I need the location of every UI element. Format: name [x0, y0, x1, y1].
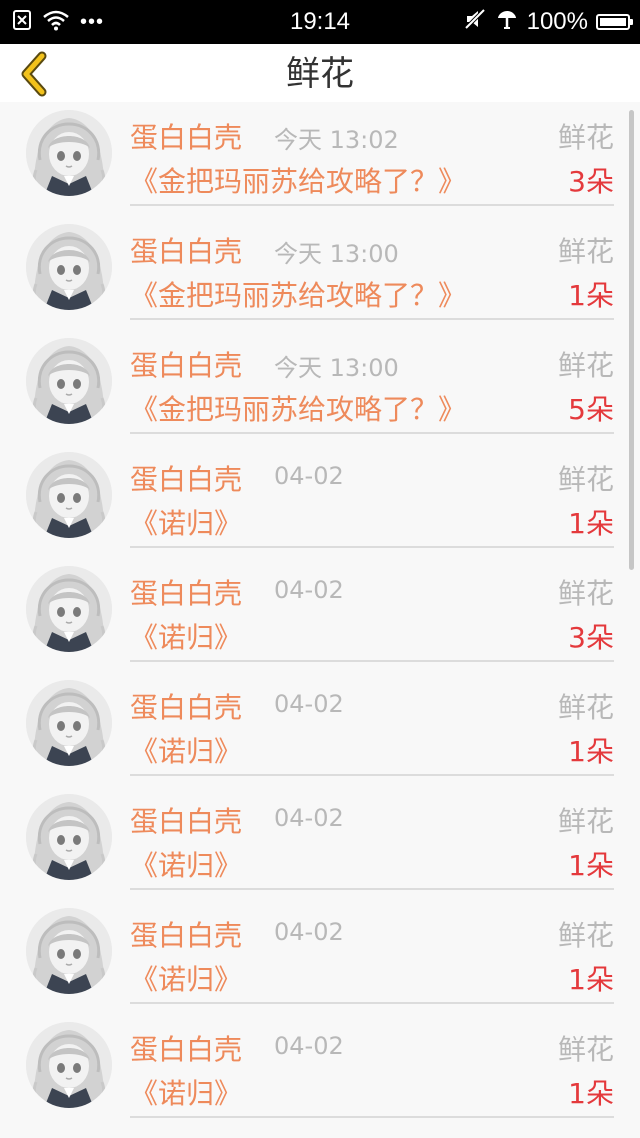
row-divider	[130, 1116, 614, 1118]
gift-time: 04-02	[274, 1032, 344, 1060]
row-divider	[130, 888, 614, 890]
avatar[interactable]	[26, 110, 112, 196]
sender-name[interactable]: 蛋白白壳	[130, 116, 242, 156]
list-item[interactable]: 蛋白白壳 今天 13:00 鲜花《金把玛丽苏给攻略了？》 1朵	[0, 216, 640, 330]
gift-time: 今天 13:00	[274, 240, 399, 268]
avatar[interactable]	[26, 452, 112, 538]
gift-type: 鲜花	[557, 919, 614, 952]
status-right-icons: 100%	[463, 0, 633, 44]
battery-text: 100%	[526, 8, 588, 35]
flower-record-list[interactable]: 蛋白白壳 今天 13:02 鲜花 《金把玛丽苏给攻略了？》 3朵 蛋白白壳 今天 13:00…	[0, 102, 640, 1138]
sender-name[interactable]: 蛋白白壳	[130, 686, 242, 726]
book-title[interactable]: 《诺归》	[130, 844, 242, 884]
user-avatar-image	[26, 110, 112, 196]
avatar[interactable]	[26, 680, 112, 766]
row-divider	[130, 1002, 614, 1004]
row-divider	[130, 318, 614, 320]
gift-type: 鲜花	[557, 577, 614, 610]
user-avatar-image	[26, 794, 112, 880]
book-title[interactable]: 《诺归》	[130, 1072, 242, 1112]
row-divider	[130, 660, 614, 662]
avatar[interactable]	[26, 908, 112, 994]
book-title[interactable]: 《诺归》	[130, 730, 242, 770]
user-avatar-image	[26, 1022, 112, 1108]
gift-count: 5朵	[568, 393, 614, 426]
list-item[interactable]: 蛋白白壳 04-02 鲜花《诺归》 1朵	[0, 444, 640, 558]
row-divider	[130, 774, 614, 776]
sender-name[interactable]: 蛋白白壳	[130, 1028, 242, 1068]
row-divider	[130, 546, 614, 548]
gift-count: 3朵	[568, 165, 614, 198]
list-item[interactable]: 蛋白白壳 04-02 鲜花《诺归》 1朵	[0, 1014, 640, 1128]
gift-type: 鲜花	[557, 463, 614, 496]
page-title: 鲜花	[286, 54, 354, 94]
gift-count: 3朵	[568, 621, 614, 654]
gift-time: 04-02	[274, 462, 344, 490]
gift-count: 1朵	[568, 735, 614, 768]
list-item[interactable]: 蛋白白壳 今天 13:00 鲜花《金把玛丽苏给攻略了？》 5朵	[0, 330, 640, 444]
gift-time: 04-02	[274, 918, 344, 946]
gift-count: 1朵	[568, 279, 614, 312]
row-divider	[130, 432, 614, 434]
sender-name[interactable]: 蛋白白壳	[130, 914, 242, 954]
book-title[interactable]: 《诺归》	[130, 502, 242, 542]
row-divider	[130, 204, 614, 206]
user-avatar-image	[26, 452, 112, 538]
book-title[interactable]: 《金把玛丽苏给攻略了？》	[130, 274, 466, 314]
user-avatar-image	[26, 338, 112, 424]
mute-icon	[463, 7, 487, 38]
list-item[interactable]: 蛋白白壳 04-02 鲜花《诺归》 1朵	[0, 786, 640, 900]
gift-time: 今天 13:00	[274, 354, 399, 382]
gift-time: 04-02	[274, 576, 344, 604]
avatar[interactable]	[26, 224, 112, 310]
gift-time: 04-02	[274, 804, 344, 832]
book-title[interactable]: 《金把玛丽苏给攻略了？》	[130, 160, 466, 200]
avatar[interactable]	[26, 338, 112, 424]
status-bar: ••• 19:14 100%	[0, 0, 640, 44]
nav-bar: 鲜花	[0, 44, 640, 102]
user-avatar-image	[26, 908, 112, 994]
book-title[interactable]: 《金把玛丽苏给攻略了？》	[130, 388, 466, 428]
sender-name[interactable]: 蛋白白壳	[130, 572, 242, 612]
sender-name[interactable]: 蛋白白壳	[130, 344, 242, 384]
scrollbar[interactable]	[629, 110, 634, 570]
list-item[interactable]: 蛋白白壳 04-02 鲜花《诺归》 1朵	[0, 900, 640, 1014]
list-item[interactable]: 蛋白白壳 今天 13:02 鲜花《金把玛丽苏给攻略了？》 3朵	[0, 102, 640, 216]
gift-time: 04-02	[274, 690, 344, 718]
gift-type: 鲜花	[557, 235, 614, 268]
user-avatar-image	[26, 224, 112, 310]
avatar[interactable]	[26, 794, 112, 880]
user-avatar-image	[26, 680, 112, 766]
gift-count: 1朵	[568, 507, 614, 540]
avatar[interactable]	[26, 566, 112, 652]
book-title[interactable]: 《诺归》	[130, 958, 242, 998]
gift-count: 1朵	[568, 1077, 614, 1110]
list-item[interactable]: 蛋白白壳 04-02 鲜花《诺归》 1朵	[0, 672, 640, 786]
avatar[interactable]	[26, 1022, 112, 1108]
gift-type: 鲜花	[557, 691, 614, 724]
gift-type: 鲜花	[557, 1033, 614, 1066]
book-title[interactable]: 《诺归》	[130, 616, 242, 656]
gift-type: 鲜花	[557, 805, 614, 838]
gift-count: 1朵	[568, 963, 614, 996]
sender-name[interactable]: 蛋白白壳	[130, 800, 242, 840]
list-item[interactable]: 蛋白白壳 04-02 鲜花《诺归》 3朵	[0, 558, 640, 672]
data-icon	[495, 7, 519, 38]
user-avatar-image	[26, 566, 112, 652]
gift-count: 1朵	[568, 849, 614, 882]
gift-type: 鲜花	[557, 121, 614, 154]
battery-icon	[596, 14, 633, 30]
gift-time: 今天 13:02	[274, 126, 399, 154]
gift-type: 鲜花	[557, 349, 614, 382]
sender-name[interactable]: 蛋白白壳	[130, 230, 242, 270]
sender-name[interactable]: 蛋白白壳	[130, 458, 242, 498]
